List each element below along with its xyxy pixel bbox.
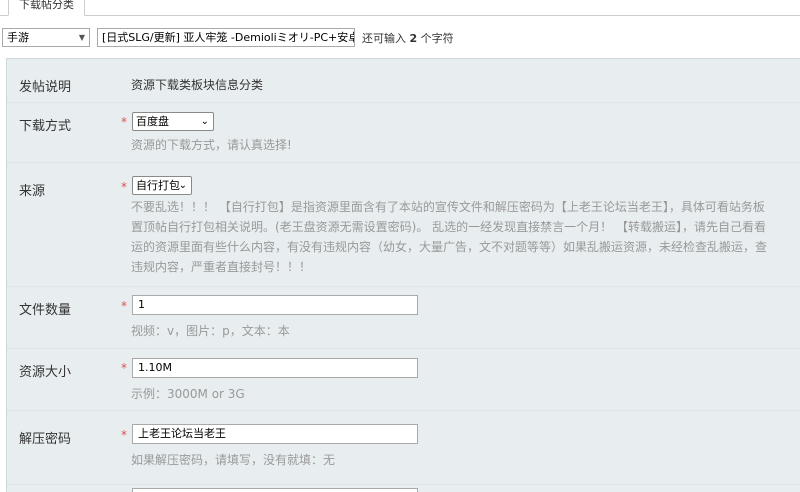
post-description-label: 发帖说明: [19, 80, 72, 95]
required-mark: *: [121, 428, 127, 442]
source-hint-line: 运的资源里面有些什么内容，有没有违规内容（幼女，大量广告，文不对题等等）如果乱搬…: [131, 240, 768, 254]
source-hint: 不要乱选！！！ 【自行打包】是指资源里面含有了本站的宣传文件和解压密码为【上老王…: [131, 197, 800, 277]
file-count-label: 文件数量: [19, 303, 72, 318]
source-hint-line: 不要乱选！！！ 【自行打包】是指资源里面含有了本站的宣传文件和解压密码为【上老王…: [131, 200, 765, 214]
required-mark: *: [121, 299, 127, 313]
post-description-value: 资源下载类板块信息分类: [131, 78, 264, 92]
source-hint-line: 置顶帖自行打包相关说明。(老王盘资源无需设置密码)。 乱选的一经发现直接禁言一个…: [131, 220, 766, 234]
download-method-value: 百度盘: [136, 115, 169, 128]
char-remaining-prefix: 还可输入: [362, 32, 406, 45]
row-source: 来源 * 自行打包 ⌄ 不要乱选！！！ 【自行打包】是指资源里面含有了本站的宣传…: [7, 163, 800, 287]
row-post-description: 发帖说明 资源下载类板块信息分类: [7, 59, 800, 103]
chevron-down-icon: ⌄: [178, 180, 187, 191]
thread-type-value: 手游: [7, 31, 29, 44]
row-download-method: 下载方式 * 百度盘 ⌄ 资源的下载方式，请认真选择!: [7, 103, 800, 163]
category-info-panel: 发帖说明 资源下载类板块信息分类 下载方式 * 百度盘 ⌄ 资源的下载方式，请认…: [6, 58, 800, 492]
unzip-password-hint: 如果解压密码，请填写，没有就填：无: [131, 453, 336, 467]
thread-title-input[interactable]: [日式SLG/更新] 亚人牢笼 -Demioliミオリ-PC+安卓 v1.0: [97, 28, 355, 47]
download-method-hint: 资源的下载方式，请认真选择!: [131, 138, 292, 152]
thread-type-select[interactable]: 手游 ▼: [2, 28, 90, 47]
next-field-input[interactable]: [132, 488, 418, 492]
download-method-label: 下载方式: [19, 119, 72, 134]
source-value: 自行打包: [136, 179, 180, 192]
unzip-password-label: 解压密码: [19, 432, 72, 447]
resource-size-input[interactable]: 1.10M: [132, 358, 418, 378]
row-file-count: 文件数量 * 1 视频：v，图片：p，文本：本: [7, 287, 800, 349]
chevron-down-icon: ⌄: [200, 116, 209, 127]
char-remaining: 还可输入 2 个字符: [362, 30, 454, 46]
row-next-partial: [7, 485, 800, 492]
tab-bar: 下载帖分类: [0, 0, 800, 16]
required-mark: *: [121, 361, 127, 375]
row-unzip-password: 解压密码 * 上老王论坛当老王 如果解压密码，请填写，没有就填：无: [7, 411, 800, 485]
char-remaining-count: 2: [409, 32, 418, 45]
download-method-select[interactable]: 百度盘 ⌄: [132, 112, 214, 131]
source-label: 来源: [19, 184, 46, 199]
resource-size-label: 资源大小: [19, 365, 72, 380]
file-count-input[interactable]: 1: [132, 295, 418, 315]
source-select[interactable]: 自行打包 ⌄: [132, 176, 192, 195]
chevron-down-icon: ▼: [78, 33, 85, 42]
source-hint-line: 违规内容，严重者直接封号！！！: [131, 260, 312, 274]
file-count-hint: 视频：v，图片：p，文本：本: [131, 324, 290, 338]
char-remaining-suffix: 个字符: [420, 32, 454, 45]
title-row: 手游 ▼ [日式SLG/更新] 亚人牢笼 -Demioliミオリ-PC+安卓 v…: [0, 28, 800, 48]
row-resource-size: 资源大小 * 1.10M 示例：3000M or 3G: [7, 349, 800, 411]
required-mark: *: [121, 115, 127, 129]
resource-size-hint: 示例：3000M or 3G: [131, 387, 245, 401]
unzip-password-input[interactable]: 上老王论坛当老王: [132, 424, 418, 444]
required-mark: *: [121, 180, 127, 194]
tab-download-category[interactable]: 下载帖分类: [8, 0, 85, 16]
